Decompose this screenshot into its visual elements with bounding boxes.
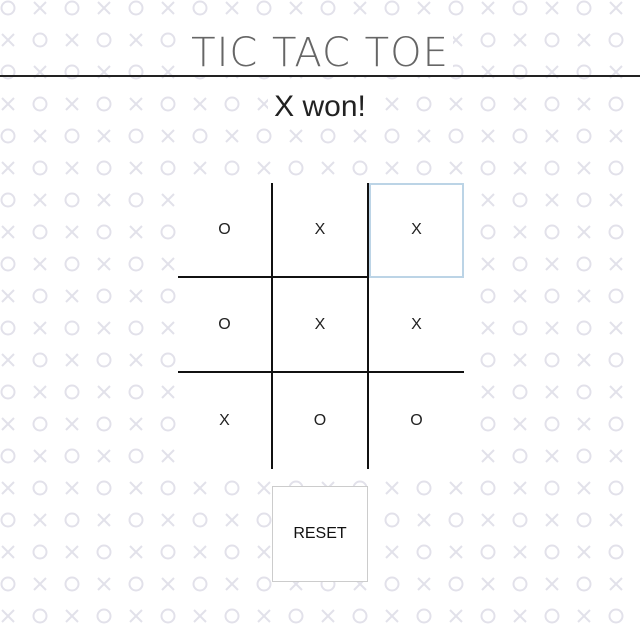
game-status: X won! [0,90,640,124]
title-divider [0,75,640,77]
board-cell[interactable]: O [178,183,273,278]
game-title: TIC TAC TOE [0,30,640,76]
board-cell[interactable]: O [369,373,464,469]
board-cell[interactable]: X [369,183,464,278]
board-cell[interactable]: X [178,373,273,469]
board-cell[interactable]: X [273,183,369,278]
reset-button[interactable]: RESET [272,486,368,582]
game-board: O X X O X X X O O [178,183,464,469]
board-cell[interactable]: X [369,278,464,373]
board-cell[interactable]: X [273,278,369,373]
board-cell[interactable]: O [178,278,273,373]
board-cell[interactable]: O [273,373,369,469]
